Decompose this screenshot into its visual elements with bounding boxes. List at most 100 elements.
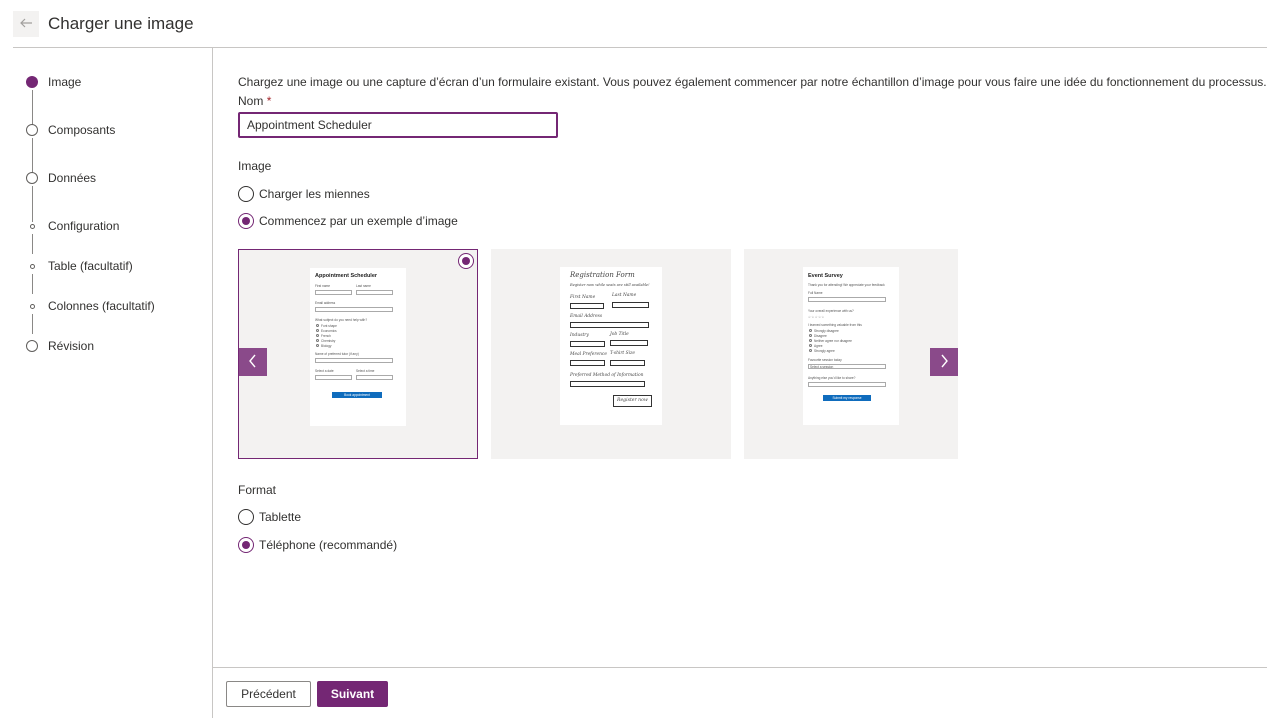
radio-checked bbox=[238, 537, 254, 553]
thumb-text: Your overall experience with us? bbox=[808, 309, 854, 313]
step-table[interactable]: Table (facultatif) bbox=[0, 259, 212, 279]
thumb-text: Favourite session today bbox=[808, 358, 842, 362]
thumb-field bbox=[315, 290, 352, 295]
thumb-text: Last name bbox=[356, 284, 371, 288]
thumb-text: Agree bbox=[814, 344, 823, 348]
thumb-radio bbox=[316, 344, 319, 347]
thumb-text: Preferred Method of Information bbox=[570, 373, 644, 378]
thumb-text: French bbox=[321, 334, 331, 338]
thumb-text: I learned something valuable from this bbox=[808, 323, 862, 327]
step-colonnes[interactable]: Colonnes (facultatif) bbox=[0, 299, 212, 319]
thumb-text: Thank you for attending! We appreciate y… bbox=[808, 283, 885, 287]
step-dot bbox=[26, 340, 38, 352]
thumb-text: First Name bbox=[570, 295, 596, 300]
page-title: Charger une image bbox=[48, 14, 194, 33]
thumb-field bbox=[808, 297, 886, 302]
thumb-text: Strongly disagree bbox=[814, 329, 839, 333]
thumb-text: Anything else you'd like to share? bbox=[808, 376, 856, 380]
sample-card-event-survey[interactable]: Event Survey Thank you for attending! We… bbox=[744, 249, 958, 459]
radio-unchecked bbox=[238, 186, 254, 202]
radio-unchecked bbox=[238, 509, 254, 525]
thumb-field bbox=[356, 375, 393, 380]
thumb-text: Disagree bbox=[814, 334, 827, 338]
step-label: Image bbox=[48, 75, 82, 89]
intro-text: Chargez une image ou une capture d’écran… bbox=[238, 75, 1267, 89]
step-dot bbox=[29, 303, 35, 309]
thumb-text: Chemistry bbox=[321, 339, 336, 343]
thumb-button: Book appointment bbox=[332, 392, 382, 398]
step-connector bbox=[32, 186, 33, 222]
step-connector bbox=[32, 138, 33, 174]
radio-upload-own[interactable]: Charger les miennes bbox=[238, 185, 370, 203]
thumb-text: First name bbox=[315, 284, 331, 288]
radio-label: Téléphone (recommandé) bbox=[259, 538, 398, 552]
thumb-text: What subject do you need help with? bbox=[315, 318, 368, 322]
thumb-field bbox=[356, 290, 393, 295]
footer-divider bbox=[213, 667, 1267, 668]
previous-button[interactable]: Précédent bbox=[226, 681, 311, 707]
step-revision[interactable]: Révision bbox=[0, 339, 212, 359]
step-label: Configuration bbox=[48, 219, 120, 233]
card-selected-radio[interactable] bbox=[458, 253, 474, 269]
name-input[interactable] bbox=[238, 112, 558, 138]
thumb-text: Select a date bbox=[315, 369, 334, 373]
thumb-radio bbox=[316, 329, 319, 332]
sample-card-appointment[interactable]: Appointment Scheduler First name Last na… bbox=[238, 249, 478, 459]
thumbnail-appointment-scheduler: Appointment Scheduler First name Last na… bbox=[310, 268, 406, 426]
name-label-text: Nom bbox=[238, 94, 264, 108]
name-label: Nom * bbox=[238, 94, 271, 108]
thumb-text: Full Name bbox=[808, 291, 823, 295]
thumb-field bbox=[610, 340, 648, 346]
step-configuration[interactable]: Configuration bbox=[0, 219, 212, 239]
steps-sidebar: Image Composants Données Configuration T… bbox=[0, 48, 212, 718]
step-composants[interactable]: Composants bbox=[0, 123, 212, 143]
thumb-text: Email address bbox=[315, 301, 336, 305]
step-image[interactable]: Image bbox=[0, 75, 212, 95]
image-section-label: Image bbox=[238, 159, 272, 173]
thumb-title: Registration Form bbox=[570, 271, 635, 279]
radio-format-phone[interactable]: Téléphone (recommandé) bbox=[238, 536, 397, 554]
next-button[interactable]: Suivant bbox=[317, 681, 388, 707]
thumb-text: T-shirt Size bbox=[610, 351, 635, 356]
back-button[interactable] bbox=[13, 11, 39, 37]
thumb-stars: ☆☆☆☆☆ bbox=[808, 315, 825, 319]
thumb-text: Name of preferred tutor (if any) bbox=[315, 352, 359, 356]
radio-use-sample[interactable]: Commencez par un exemple d’image bbox=[238, 212, 458, 230]
thumb-text: Biology bbox=[321, 344, 332, 348]
carousel-prev-button[interactable] bbox=[239, 348, 267, 376]
thumb-radio bbox=[809, 329, 812, 332]
radio-label: Tablette bbox=[259, 510, 302, 524]
step-dot bbox=[29, 223, 35, 229]
thumb-text: Email Address bbox=[570, 314, 603, 319]
step-donnees[interactable]: Données bbox=[0, 171, 212, 191]
step-dot bbox=[26, 124, 38, 136]
thumb-field bbox=[570, 303, 604, 309]
thumb-field bbox=[315, 307, 393, 312]
sample-card-registration[interactable]: Registration Form Register now while sea… bbox=[491, 249, 731, 459]
thumb-radio bbox=[809, 339, 812, 342]
thumb-button: Register now bbox=[613, 395, 652, 407]
chevron-right-icon bbox=[939, 354, 949, 371]
thumb-dropdown bbox=[610, 360, 645, 366]
step-label: Composants bbox=[48, 123, 116, 137]
step-current-dot bbox=[26, 76, 38, 88]
step-label: Table (facultatif) bbox=[48, 259, 133, 273]
radio-format-tablet[interactable]: Tablette bbox=[238, 508, 301, 526]
thumb-radio bbox=[809, 334, 812, 337]
thumb-text: Last Name bbox=[612, 293, 637, 298]
thumb-text: Neither agree nor disagree bbox=[814, 339, 852, 343]
thumb-text: Economics bbox=[321, 329, 337, 333]
required-mark: * bbox=[266, 94, 272, 108]
thumb-field bbox=[612, 302, 649, 308]
arrow-left-icon bbox=[19, 16, 33, 33]
thumb-text: Font shape bbox=[321, 324, 337, 328]
carousel-next-button[interactable] bbox=[930, 348, 958, 376]
radio-label: Charger les miennes bbox=[259, 187, 370, 201]
thumb-text: Meal Preference bbox=[570, 352, 607, 357]
thumb-field bbox=[808, 382, 886, 387]
thumb-radio bbox=[316, 324, 319, 327]
thumb-text: Register now while seats are still avail… bbox=[570, 283, 650, 287]
thumb-field bbox=[315, 375, 352, 380]
thumb-button: Submit my response bbox=[823, 395, 871, 401]
thumb-title: Event Survey bbox=[808, 273, 843, 279]
